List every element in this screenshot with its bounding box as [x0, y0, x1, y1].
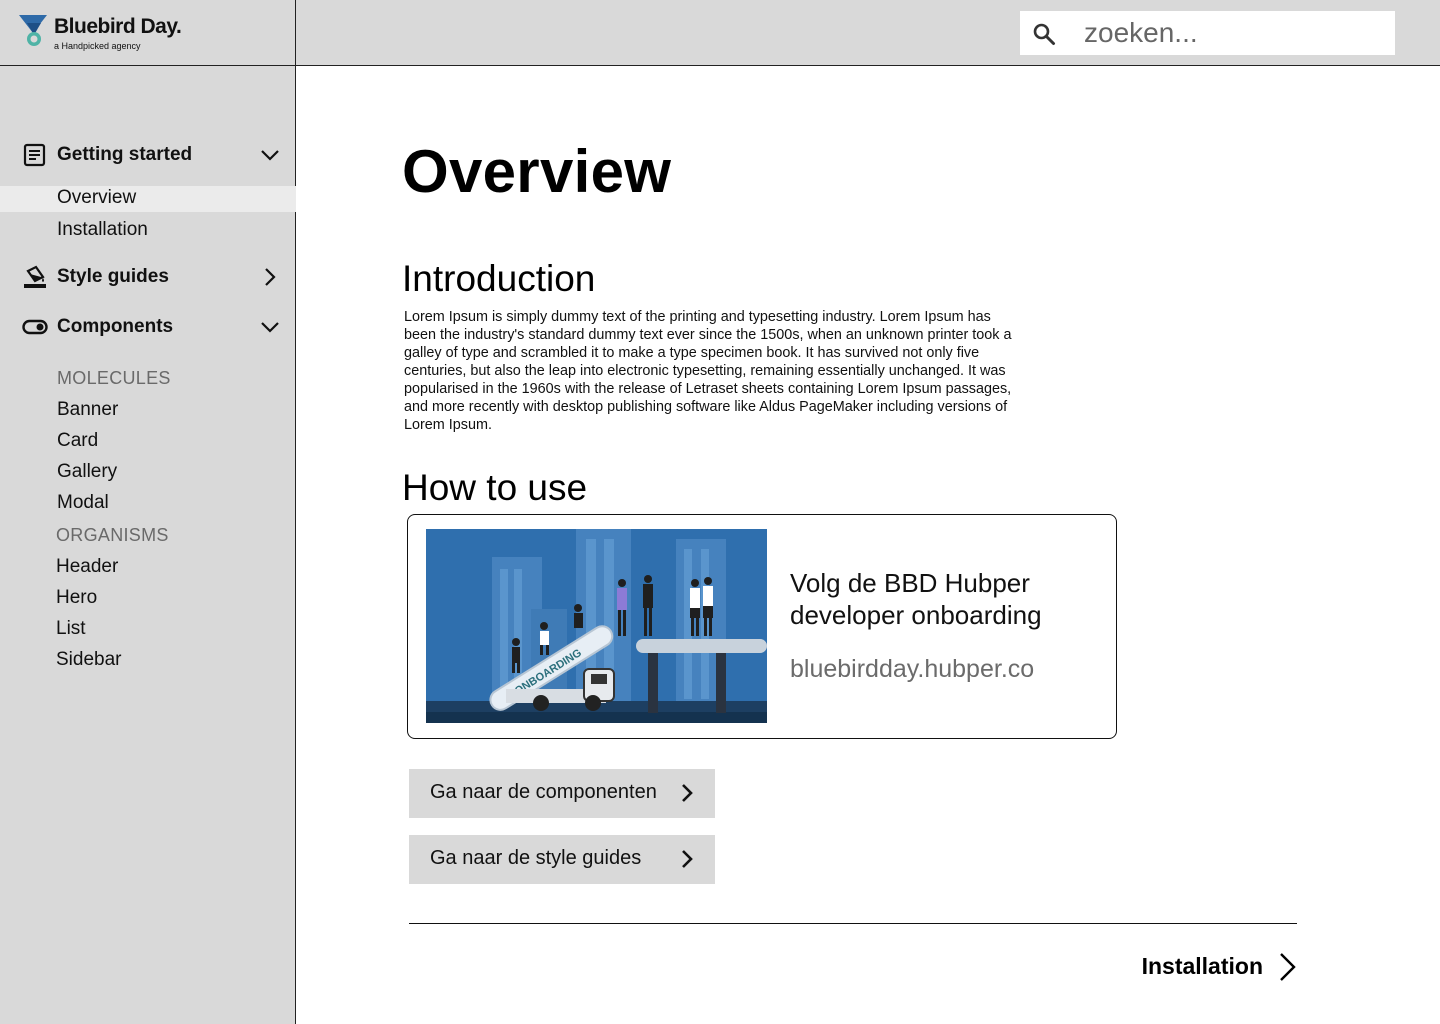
document-icon: [23, 143, 46, 167]
onboarding-card-url: bluebirdday.hubper.co: [790, 655, 1035, 683]
how-to-use-heading: How to use: [402, 467, 588, 508]
onboarding-illustration: ONBOARDING: [426, 529, 767, 723]
onboarding-illustration-graphic: ONBOARDING: [426, 529, 767, 723]
sidebar-item-header[interactable]: Header: [0, 555, 296, 581]
sidebar-item-label: Sidebar: [56, 649, 122, 670]
main-content: Overview Introduction Lorem Ipsum is sim…: [297, 67, 1440, 1024]
sidebar-item-label: Card: [57, 430, 99, 451]
sidebar-item-label: Hero: [56, 587, 98, 608]
sidebar-item-label: Banner: [57, 399, 119, 420]
sidebar-item-label: Overview: [57, 187, 137, 208]
sidebar-group-organisms: ORGANISMS: [56, 525, 169, 545]
go-to-style-guides-button[interactable]: Ga naar de style guides: [409, 835, 715, 884]
chevron-right-icon: [1280, 953, 1296, 981]
chevron-down-icon[interactable]: [258, 143, 282, 167]
introduction-text: Lorem Ipsum is simply dummy text of the …: [404, 309, 1012, 433]
paint-bucket-icon: [24, 265, 46, 288]
search-box[interactable]: [1020, 11, 1395, 55]
sidebar-item-gallery[interactable]: Gallery: [0, 460, 296, 486]
search-icon: [1033, 23, 1055, 45]
brand-name: Bluebird Day.: [54, 15, 182, 38]
button-label: Ga naar de componenten: [430, 781, 657, 803]
search-input[interactable]: [1084, 11, 1384, 55]
toggle-icon: [22, 319, 48, 335]
sidebar-section-style-guides[interactable]: Style guides: [0, 259, 296, 295]
sidebar-item-hero[interactable]: Hero: [0, 586, 296, 612]
sidebar-item-overview[interactable]: Overview: [0, 186, 296, 212]
onboarding-link-card[interactable]: ONBOARDING Volg de BBD Hubper developer …: [407, 514, 1117, 739]
chevron-right-icon: [682, 850, 693, 868]
bluebird-logo-icon: [19, 15, 47, 46]
next-page-label: Installation: [1141, 953, 1263, 979]
go-to-components-button[interactable]: Ga naar de componenten: [409, 769, 715, 818]
sidebar-section-getting-started[interactable]: Getting started: [0, 137, 296, 173]
sidebar-item-label: List: [56, 618, 86, 639]
sidebar-item-label: Header: [56, 556, 119, 577]
sidebar-section-label: Components: [57, 316, 174, 337]
sidebar-item-banner[interactable]: Banner: [0, 398, 296, 424]
sidebar-item-label: Installation: [57, 219, 148, 240]
brand-tagline: a Handpicked agency: [54, 41, 141, 51]
chevron-right-icon: [682, 784, 693, 802]
chevron-down-icon[interactable]: [258, 315, 282, 339]
sidebar-item-sidebar[interactable]: Sidebar: [0, 648, 296, 674]
sidebar-group-molecules: MOLECULES: [57, 368, 171, 388]
sidebar: Getting started Overview Installation St…: [0, 66, 296, 1024]
content-divider: [409, 923, 1297, 924]
sidebar-item-label: Modal: [57, 492, 109, 513]
onboarding-card-title: Volg de BBD Hubper developer onboarding: [790, 568, 1042, 630]
sidebar-section-label: Style guides: [57, 266, 169, 287]
sidebar-item-list[interactable]: List: [0, 617, 296, 643]
introduction-heading: Introduction: [402, 258, 596, 299]
sidebar-section-label: Getting started: [57, 144, 193, 165]
next-page-link[interactable]: Installation: [1127, 947, 1307, 987]
sidebar-item-label: Gallery: [57, 461, 118, 482]
sidebar-item-modal[interactable]: Modal: [0, 491, 296, 517]
chevron-right-icon[interactable]: [258, 265, 282, 289]
sidebar-section-components[interactable]: Components: [0, 309, 296, 345]
page-title: Overview: [402, 138, 672, 205]
sidebar-item-card[interactable]: Card: [0, 429, 296, 455]
top-bar: Bluebird Day. a Handpicked agency: [0, 0, 1440, 66]
button-label: Ga naar de style guides: [430, 847, 642, 869]
brand-logo[interactable]: Bluebird Day. a Handpicked agency: [0, 0, 296, 66]
sidebar-item-installation[interactable]: Installation: [0, 218, 296, 244]
